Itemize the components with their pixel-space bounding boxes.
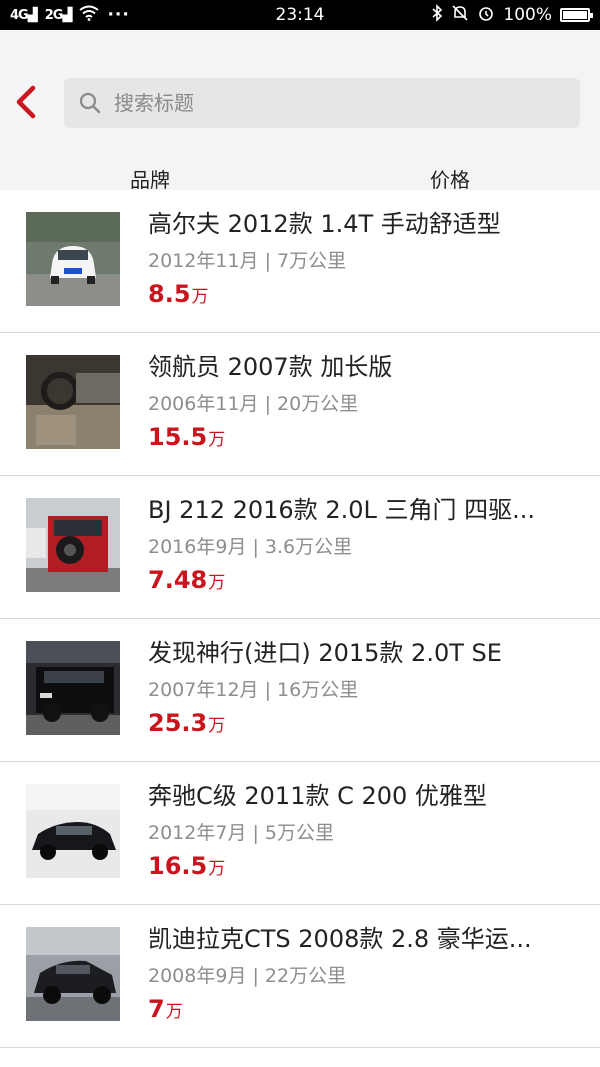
search-input[interactable] — [112, 90, 556, 116]
price-unit: 万 — [208, 859, 226, 879]
listing-price: 7万 — [148, 995, 183, 1023]
battery-fill — [563, 11, 587, 19]
search-box[interactable] — [64, 78, 580, 128]
price-unit: 万 — [208, 430, 226, 450]
status-left: 4G▟ 2G▟ ··· — [10, 5, 130, 26]
list-item[interactable]: 发现神行(进口) 2015款 2.0T SE 2007年12月 | 16万公里 … — [0, 619, 600, 762]
car-thumbnail — [26, 927, 120, 1021]
car-thumbnail — [26, 641, 120, 735]
price-unit: 万 — [208, 573, 226, 593]
battery-percent: 100% — [503, 5, 552, 25]
price-value: 16.5 — [148, 852, 208, 880]
top-bar: 品牌 价格 — [0, 30, 600, 192]
price-unit: 万 — [208, 716, 226, 736]
listing-title: 领航员 2007款 加长版 — [148, 353, 393, 381]
listing-meta: 2006年11月 | 20万公里 — [148, 393, 359, 415]
list-item[interactable]: 高尔夫 2012款 1.4T 手动舒适型 2012年11月 | 7万公里 8.5… — [0, 190, 600, 333]
price-value: 15.5 — [148, 423, 208, 451]
signal-icon: 4G▟ — [10, 7, 38, 23]
car-thumbnail — [26, 784, 120, 878]
status-right: 100% — [431, 3, 593, 27]
price-value: 25.3 — [148, 709, 208, 737]
listing-price: 8.5万 — [148, 280, 209, 308]
price-unit: 万 — [165, 1002, 183, 1022]
listing-price: 7.48万 — [148, 566, 225, 594]
listing-price: 16.5万 — [148, 852, 225, 880]
listing-title: 高尔夫 2012款 1.4T 手动舒适型 — [148, 210, 501, 238]
list-item[interactable]: 凯迪拉克CTS 2008款 2.8 豪华运... 2008年9月 | 22万公里… — [0, 905, 600, 1048]
listing-price: 15.5万 — [148, 423, 225, 451]
car-thumbnail — [26, 355, 120, 449]
list-item[interactable]: 奔驰C级 2011款 C 200 优雅型 2012年7月 | 5万公里 16.5… — [0, 762, 600, 905]
price-value: 7.48 — [148, 566, 208, 594]
back-button[interactable] — [10, 80, 42, 124]
listing-title: 发现神行(进口) 2015款 2.0T SE — [148, 639, 502, 667]
bluetooth-icon — [431, 3, 443, 27]
list-item[interactable]: 领航员 2007款 加长版 2006年11月 | 20万公里 15.5万 — [0, 333, 600, 476]
list-item[interactable]: BJ 212 2016款 2.0L 三角门 四驱... 2016年9月 | 3.… — [0, 476, 600, 619]
listing-meta: 2007年12月 | 16万公里 — [148, 679, 359, 701]
chevron-left-icon — [16, 85, 36, 119]
listing-title: 奔驰C级 2011款 C 200 优雅型 — [148, 782, 487, 810]
price-value: 8.5 — [148, 280, 191, 308]
listing-title: 凯迪拉克CTS 2008款 2.8 豪华运... — [148, 925, 532, 953]
car-thumbnail — [26, 498, 120, 592]
more-indicator: ··· — [107, 5, 130, 25]
listing-meta: 2012年7月 | 5万公里 — [148, 822, 335, 844]
status-bar: 4G▟ 2G▟ ··· 23:14 100% — [0, 0, 600, 30]
alarm-icon — [477, 4, 495, 27]
listing-meta: 2008年9月 | 22万公里 — [148, 965, 347, 987]
car-thumbnail — [26, 212, 120, 306]
battery-icon — [560, 8, 593, 22]
price-value: 7 — [148, 995, 165, 1023]
listing-meta: 2012年11月 | 7万公里 — [148, 250, 347, 272]
search-icon — [79, 92, 101, 114]
listing-title: BJ 212 2016款 2.0L 三角门 四驱... — [148, 496, 535, 524]
listing-price: 25.3万 — [148, 709, 225, 737]
price-unit: 万 — [191, 287, 209, 307]
wifi-icon — [79, 5, 100, 26]
signal-icon: 2G▟ — [44, 7, 73, 23]
car-list: 高尔夫 2012款 1.4T 手动舒适型 2012年11月 | 7万公里 8.5… — [0, 190, 600, 1048]
listing-meta: 2016年9月 | 3.6万公里 — [148, 536, 353, 558]
bell-off-icon — [451, 4, 469, 27]
